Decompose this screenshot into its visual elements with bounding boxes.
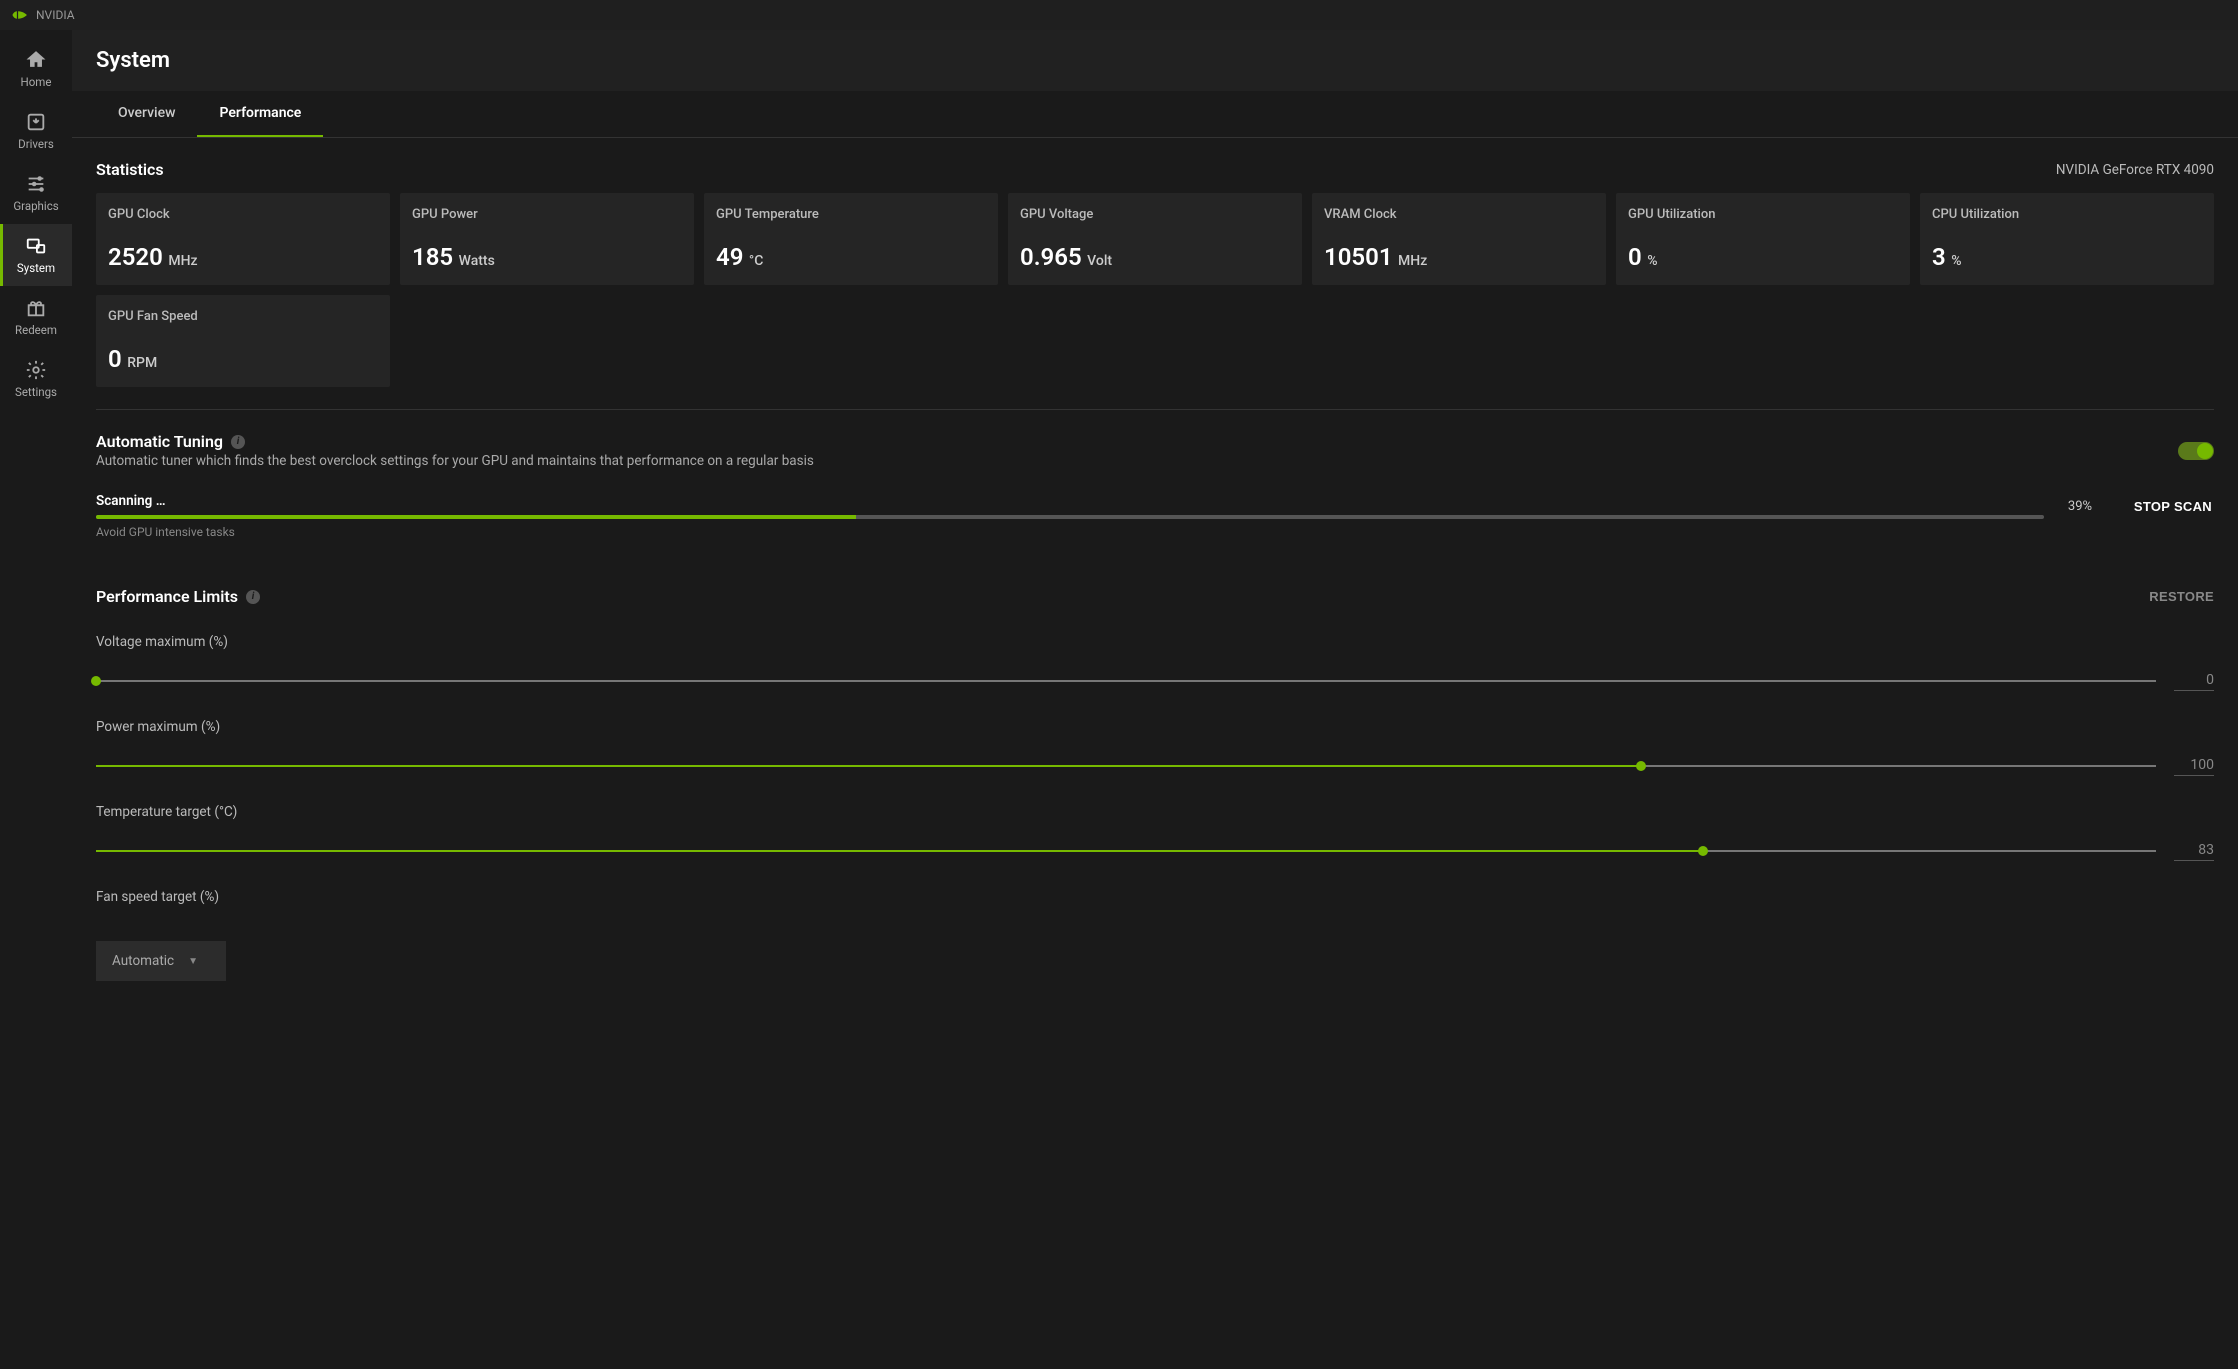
stat-label: GPU Voltage — [1020, 207, 1290, 222]
info-icon[interactable]: i — [246, 590, 260, 604]
sidebar: Home Drivers Graphics System Redeem Sett — [0, 30, 72, 1369]
sidebar-item-label: Home — [21, 75, 52, 89]
page-header: System — [72, 30, 2238, 91]
stat-label: GPU Utilization — [1628, 207, 1898, 222]
titlebar: NVIDIA — [0, 0, 2238, 30]
scan-status-label: Scanning … — [96, 493, 2044, 509]
sidebar-item-label: Drivers — [18, 137, 54, 151]
fan-speed-selected: Automatic — [112, 953, 174, 969]
temperature-value[interactable]: 83 — [2174, 840, 2214, 861]
stat-gpu-fan-speed: GPU Fan Speed 0 RPM — [96, 295, 390, 387]
stat-value: 0 — [108, 345, 122, 373]
sidebar-item-label: Redeem — [15, 323, 57, 337]
sidebar-item-redeem[interactable]: Redeem — [0, 286, 72, 348]
stat-vram-clock: VRAM Clock 10501 MHz — [1312, 193, 1606, 285]
slider-thumb[interactable] — [1698, 846, 1708, 856]
sidebar-item-home[interactable]: Home — [0, 38, 72, 100]
voltage-slider[interactable] — [96, 680, 2156, 682]
chevron-down-icon: ▼ — [188, 956, 198, 967]
scan-progress-fill — [96, 515, 856, 519]
stat-value: 3 — [1932, 243, 1946, 271]
temperature-slider-group: Temperature target (°C) 83 — [96, 804, 2214, 861]
stat-value: 10501 — [1324, 243, 1393, 271]
voltage-slider-group: Voltage maximum (%) 0 — [96, 634, 2214, 691]
stat-cpu-utilization: CPU Utilization 3 % — [1920, 193, 2214, 285]
stat-unit: % — [1951, 253, 1961, 269]
slider-label: Temperature target (°C) — [96, 804, 2214, 820]
slider-label: Power maximum (%) — [96, 719, 2214, 735]
scan-progress-percent: 39% — [2068, 499, 2108, 514]
stat-label: GPU Fan Speed — [108, 309, 378, 324]
stat-unit: °C — [749, 253, 764, 269]
sidebar-item-drivers[interactable]: Drivers — [0, 100, 72, 162]
home-icon — [25, 49, 47, 71]
stat-unit: Volt — [1087, 253, 1112, 269]
temperature-slider[interactable] — [96, 850, 2156, 852]
slider-thumb[interactable] — [91, 676, 101, 686]
stat-unit: RPM — [127, 355, 157, 371]
stat-gpu-voltage: GPU Voltage 0.965 Volt — [1008, 193, 1302, 285]
stat-value: 0.965 — [1020, 243, 1082, 271]
stats-grid: GPU Clock 2520 MHz GPU Power 185 Watts G… — [96, 193, 2214, 387]
limits-heading: Performance Limits — [96, 587, 238, 606]
fan-speed-group: Fan speed target (%) Automatic ▼ — [96, 889, 2214, 981]
info-icon[interactable]: i — [231, 435, 245, 449]
tabs: Overview Performance — [72, 91, 2238, 138]
stat-label: GPU Power — [412, 207, 682, 222]
tuning-description: Automatic tuner which finds the best ove… — [96, 453, 814, 469]
system-icon — [25, 235, 47, 257]
sidebar-item-system[interactable]: System — [0, 224, 72, 286]
automatic-tuning-toggle[interactable] — [2178, 442, 2214, 460]
restore-button[interactable]: RESTORE — [2149, 589, 2214, 604]
stat-label: VRAM Clock — [1324, 207, 1594, 222]
nvidia-logo-icon — [12, 10, 28, 20]
scan-hint: Avoid GPU intensive tasks — [96, 525, 2214, 539]
sidebar-item-settings[interactable]: Settings — [0, 348, 72, 410]
sidebar-item-graphics[interactable]: Graphics — [0, 162, 72, 224]
fan-speed-label: Fan speed target (%) — [96, 889, 2214, 905]
page-title: System — [96, 48, 2214, 73]
stat-gpu-clock: GPU Clock 2520 MHz — [96, 193, 390, 285]
stat-value: 49 — [716, 243, 743, 271]
stat-unit: MHz — [168, 253, 197, 269]
statistics-section: Statistics NVIDIA GeForce RTX 4090 GPU C… — [96, 138, 2214, 410]
sidebar-item-label: Graphics — [13, 199, 58, 213]
fan-speed-select[interactable]: Automatic ▼ — [96, 941, 226, 981]
stat-gpu-power: GPU Power 185 Watts — [400, 193, 694, 285]
statistics-heading: Statistics — [96, 160, 164, 179]
scan-progress-bar — [96, 515, 2044, 519]
power-slider[interactable] — [96, 765, 2156, 767]
power-slider-group: Power maximum (%) 100 — [96, 719, 2214, 776]
stat-unit: MHz — [1398, 253, 1427, 269]
power-value[interactable]: 100 — [2174, 755, 2214, 776]
voltage-value[interactable]: 0 — [2174, 670, 2214, 691]
stat-label: GPU Temperature — [716, 207, 986, 222]
stop-scan-button[interactable]: STOP SCAN — [2132, 495, 2214, 518]
stat-value: 2520 — [108, 243, 163, 271]
slider-thumb[interactable] — [1636, 761, 1646, 771]
stat-label: CPU Utilization — [1932, 207, 2202, 222]
gift-icon — [25, 297, 47, 319]
sliders-icon — [25, 173, 47, 195]
stat-gpu-temperature: GPU Temperature 49 °C — [704, 193, 998, 285]
sidebar-item-label: Settings — [15, 385, 57, 399]
gpu-device-name: NVIDIA GeForce RTX 4090 — [2056, 162, 2214, 178]
stat-value: 0 — [1628, 243, 1642, 271]
stat-unit: % — [1647, 253, 1657, 269]
tuning-heading: Automatic Tuning — [96, 432, 223, 451]
titlebar-brand: NVIDIA — [36, 8, 75, 22]
stat-label: GPU Clock — [108, 207, 378, 222]
slider-label: Voltage maximum (%) — [96, 634, 2214, 650]
automatic-tuning-section: Automatic Tuning i Automatic tuner which… — [96, 410, 2214, 539]
tab-overview[interactable]: Overview — [96, 91, 197, 137]
download-box-icon — [25, 111, 47, 133]
performance-limits-section: Performance Limits i RESTORE Voltage max… — [96, 539, 2214, 981]
sidebar-item-label: System — [17, 261, 55, 275]
tab-performance[interactable]: Performance — [197, 91, 323, 137]
gear-icon — [25, 359, 47, 381]
stat-value: 185 — [412, 243, 453, 271]
stat-unit: Watts — [459, 253, 495, 269]
stat-gpu-utilization: GPU Utilization 0 % — [1616, 193, 1910, 285]
